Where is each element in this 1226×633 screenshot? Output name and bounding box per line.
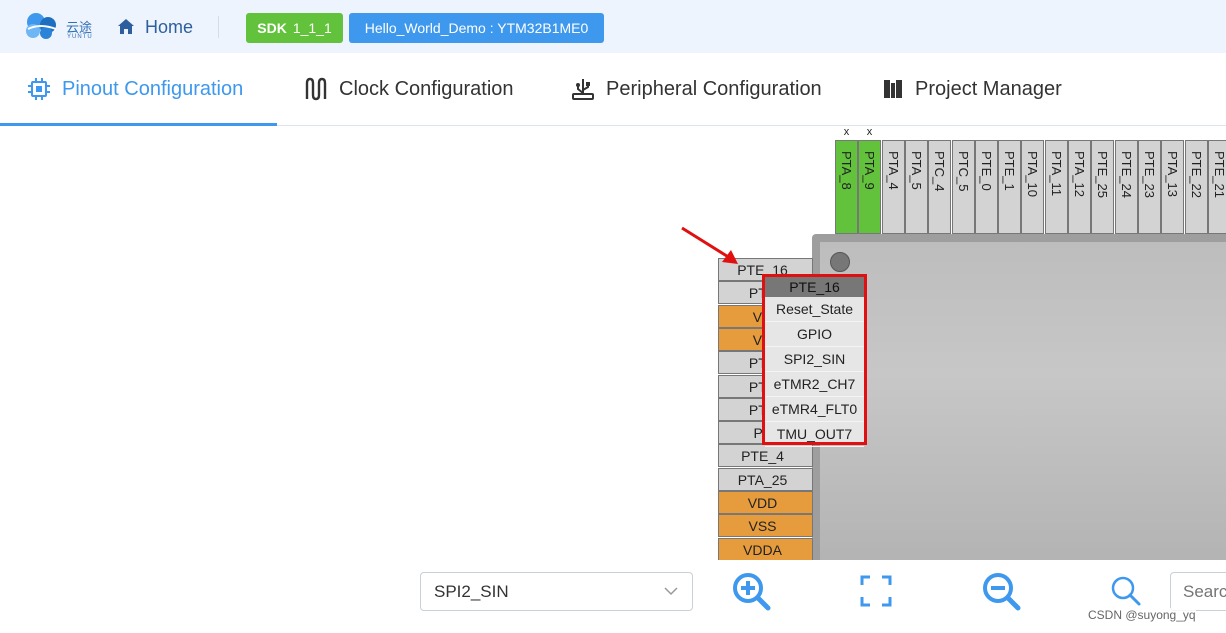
left-pin[interactable]: PTE_4 <box>718 444 813 467</box>
popup-option-etmr4-flt0[interactable]: eTMR4_FLT0 <box>765 397 864 422</box>
zoom-out-icon <box>983 573 1021 611</box>
pin-search-input[interactable] <box>1170 572 1226 611</box>
popup-option-gpio[interactable]: GPIO <box>765 322 864 347</box>
signal-select[interactable]: SPI2_SIN <box>420 572 693 611</box>
popup-option-tmu-out7[interactable]: TMU_OUT7 <box>765 422 864 447</box>
search-icon <box>1111 576 1141 606</box>
sdk-badge: SDK 1_1_1 <box>246 13 343 43</box>
top-pin[interactable]: PTE_21 <box>1208 140 1226 234</box>
top-pin[interactable]: PTA_8 <box>835 140 858 234</box>
top-bar: 云途 YUNTU Home SDK 1_1_1 Hello_World_Demo… <box>0 0 1226 53</box>
chevron-down-icon <box>664 587 678 596</box>
top-pin[interactable]: PTE_25 <box>1091 140 1114 234</box>
home-icon <box>118 19 134 34</box>
tab-peripheral-configuration[interactable]: Peripheral Configuration <box>572 53 822 125</box>
usb-icon <box>572 79 594 100</box>
top-pin[interactable]: PTE_1 <box>998 140 1021 234</box>
top-pin[interactable]: PTE_24 <box>1115 140 1138 234</box>
top-pin[interactable]: PTA_5 <box>905 140 928 234</box>
top-pin[interactable]: PTA_4 <box>882 140 905 234</box>
main-tabs: Pinout Configuration Clock Configuration… <box>0 53 1226 126</box>
signal-select-value: SPI2_SIN <box>434 581 509 601</box>
popup-option-reset-state[interactable]: Reset_State <box>765 297 864 322</box>
zoom-out-button[interactable] <box>978 568 1024 614</box>
waveform-icon <box>305 77 327 101</box>
tab-pinout-configuration[interactable]: Pinout Configuration <box>28 53 243 125</box>
home-link[interactable]: Home <box>117 15 193 39</box>
zoom-in-button[interactable] <box>728 568 774 614</box>
pin-assigned-marker: x <box>866 126 873 138</box>
popup-option-etmr2-ch7[interactable]: eTMR2_CH7 <box>765 372 864 397</box>
tab-label: Peripheral Configuration <box>606 77 822 100</box>
red-arrow-annotation <box>681 226 738 264</box>
project-badge[interactable]: Hello_World_Demo : YTM32B1ME0 <box>349 13 604 43</box>
top-pin[interactable]: PTA_13 <box>1161 140 1184 234</box>
sdk-version: 1_1_1 <box>292 20 332 36</box>
mcu-chip-face <box>820 242 1226 560</box>
top-pin[interactable]: PTC_4 <box>928 140 951 234</box>
left-pin[interactable]: VSS <box>718 514 813 537</box>
logo: 云途 YUNTU <box>22 9 97 43</box>
tab-label: Clock Configuration <box>339 77 514 100</box>
top-pin[interactable]: PTE_0 <box>975 140 998 234</box>
top-pin[interactable]: PTA_10 <box>1021 140 1044 234</box>
chip-icon <box>28 78 50 100</box>
tab-clock-configuration[interactable]: Clock Configuration <box>305 53 514 125</box>
top-pin[interactable]: PTA_9 <box>858 140 881 234</box>
left-pin[interactable]: VDDA <box>718 538 813 560</box>
tab-label: Pinout Configuration <box>62 77 244 100</box>
pin-function-popup: PTE_16 Reset_State GPIO SPI2_SIN eTMR2_C… <box>762 274 867 447</box>
top-pin[interactable]: PTE_22 <box>1185 140 1208 234</box>
header-divider <box>218 16 219 38</box>
brand-subtitle: YUNTU <box>67 34 93 40</box>
top-pin[interactable]: PTA_12 <box>1068 140 1091 234</box>
top-pin[interactable]: PTE_23 <box>1138 140 1161 234</box>
home-label: Home <box>145 16 194 37</box>
tab-label: Project Manager <box>915 77 1062 100</box>
top-pin[interactable]: PTC_5 <box>952 140 975 234</box>
fit-screen-button[interactable] <box>853 568 899 614</box>
left-pin[interactable]: VDD <box>718 491 813 514</box>
cloud-logo-icon <box>26 13 57 39</box>
pin1-marker-dot <box>830 252 850 272</box>
popup-pin-title: PTE_16 <box>765 277 864 297</box>
left-pin[interactable]: PTA_25 <box>718 468 813 491</box>
mcu-chip-body <box>812 234 1226 560</box>
book-icon <box>884 80 902 98</box>
csdn-watermark: CSDN @suyong_yq <box>1088 608 1196 622</box>
bottom-toolbar: SPI2_SIN Search CSDN @suyong_yq <box>0 560 1226 633</box>
sdk-label: SDK <box>257 20 287 36</box>
app-root: 云途 YUNTU Home SDK 1_1_1 Hello_World_Demo… <box>0 0 1226 633</box>
pinout-canvas[interactable]: PTA_8 x PTA_9 x PTA_4 PTA_5 PTC_4 PTC_5 PTE_0 PTE… <box>0 126 1226 560</box>
pin-assigned-marker: x <box>843 126 850 138</box>
zoom-in-icon <box>733 573 771 611</box>
fullscreen-icon <box>860 575 892 607</box>
top-pin[interactable]: PTA_11 <box>1045 140 1068 234</box>
tab-project-manager[interactable]: Project Manager <box>883 53 1062 125</box>
popup-option-spi2-sin[interactable]: SPI2_SIN <box>765 347 864 372</box>
